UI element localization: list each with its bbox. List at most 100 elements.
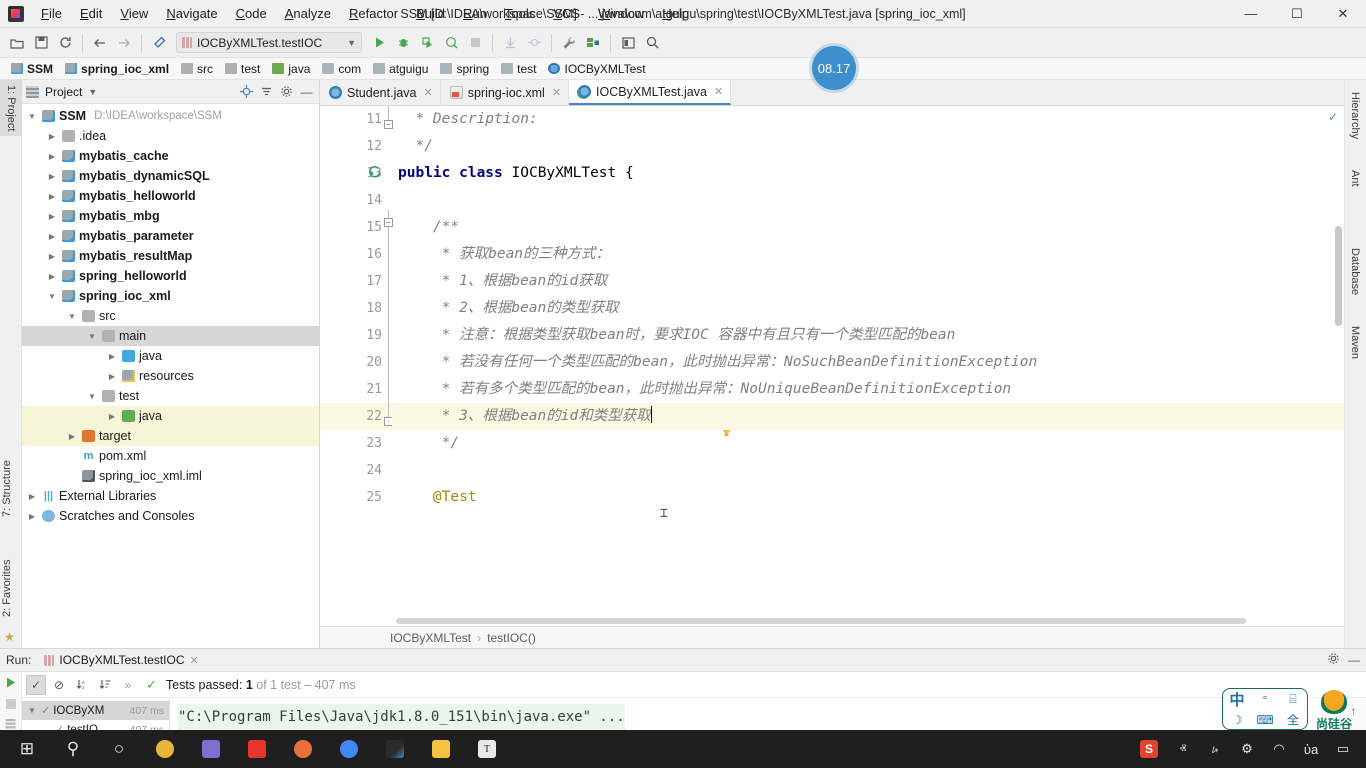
code-line[interactable]: * 获取bean的三种方式：	[392, 241, 1344, 268]
tree-node-mybatis-parameter[interactable]: ▶ mybatis_parameter	[22, 226, 319, 246]
menu-item-tools[interactable]: Tools	[496, 2, 544, 25]
tree-node-test[interactable]: ▼ test	[22, 386, 319, 406]
code-line[interactable]: * 3、根据bean的id和类型获取	[392, 403, 1344, 430]
code-line[interactable]: * 2、根据bean的类型获取	[392, 295, 1344, 322]
editor-vertical-scrollbar[interactable]	[1335, 226, 1342, 326]
sidebar-item-favorites[interactable]: 2: Favorites	[0, 555, 18, 622]
code-line[interactable]: * 注意：根据类型获取bean时，要求IOC 容器中有且只有一个类型匹配的bea…	[392, 322, 1344, 349]
menu-item-build[interactable]: Build	[407, 2, 454, 25]
chevron-right-icon[interactable]: ▶	[106, 412, 118, 421]
tray-wifi-icon[interactable]: ◠	[1264, 730, 1294, 768]
run-configuration-selector[interactable]: IOCByXMLTest.testIOC ▼	[176, 32, 362, 53]
breadcrumb-item-iocbyxmltest[interactable]: IOCByXMLTest	[543, 61, 650, 77]
tree-node-target[interactable]: ▶ target	[22, 426, 319, 446]
ime-moon-icon[interactable]: ☽	[1232, 713, 1243, 727]
run-test-gutter-icon[interactable]	[368, 166, 382, 183]
chevron-down-icon[interactable]: ▼	[66, 312, 78, 321]
save-icon[interactable]	[30, 32, 52, 54]
taskbar-netease-music-icon[interactable]	[234, 730, 280, 768]
chevron-right-icon[interactable]: ▶	[46, 252, 58, 261]
taskbar-dolphin-icon[interactable]	[188, 730, 234, 768]
minimize-button[interactable]: —	[1228, 0, 1274, 28]
tray-show-hidden-icons-icon[interactable]: ⱏ	[1168, 730, 1198, 768]
chevron-down-icon[interactable]: ▼	[88, 87, 97, 97]
breadcrumb-item-ssm[interactable]: SSM	[6, 61, 58, 77]
code-content[interactable]: * Description: */ public class IOCByXMLTe…	[392, 106, 1344, 626]
chevron-down-icon[interactable]: ▼	[86, 332, 98, 341]
test-tree-node[interactable]: ▼ ✓ IOCByXM 407 ms	[22, 701, 169, 720]
chevron-right-icon[interactable]: ▶	[46, 172, 58, 181]
chevron-right-icon[interactable]: ▶	[106, 372, 118, 381]
breadcrumb-item-test[interactable]: test	[496, 61, 541, 77]
line-number[interactable]: 12	[320, 133, 392, 160]
menu-item-help[interactable]: Help	[653, 2, 698, 25]
line-number[interactable]: 23	[320, 430, 392, 457]
chevron-right-icon[interactable]: ▶	[106, 352, 118, 361]
tray-usb-device-icon[interactable]: ⚙	[1232, 730, 1262, 768]
maximize-button[interactable]: ☐	[1274, 0, 1320, 28]
chevron-down-icon[interactable]: ▼	[86, 392, 98, 401]
ime-status-panel[interactable]: 中 ° ⌸ ☽ ⌨ 全	[1222, 688, 1308, 730]
menu-item-file[interactable]: File	[32, 2, 71, 25]
debug-icon[interactable]	[392, 32, 414, 54]
line-number[interactable]: 21	[320, 376, 392, 403]
tray-action-center-icon[interactable]: ▭	[1328, 730, 1358, 768]
expand-icon[interactable]: »	[118, 675, 138, 695]
chevron-right-icon[interactable]: ▶	[46, 232, 58, 241]
tree-node-java[interactable]: ▶ java	[22, 406, 319, 426]
tree-node-resources[interactable]: ▶ resources	[22, 366, 319, 386]
chevron-right-icon[interactable]: ▶	[46, 192, 58, 201]
code-line[interactable]: @Test	[392, 484, 1344, 511]
sort-alphabetically-icon[interactable]: az	[72, 675, 92, 695]
close-button[interactable]: ✕	[1320, 0, 1366, 28]
code-line[interactable]	[392, 457, 1344, 484]
sidebar-item-structure[interactable]: 7: Structure	[0, 455, 18, 522]
tree-node-ssm[interactable]: ▼ SSM D:\IDEA\workspace\SSM	[22, 106, 319, 126]
code-line[interactable]: * Description:	[392, 106, 1344, 133]
project-structure-icon[interactable]	[582, 32, 604, 54]
ime-full-width-icon[interactable]: 全	[1287, 711, 1299, 728]
ime-small-keyboard-icon[interactable]: ⌸	[1289, 692, 1296, 707]
sidebar-item-database[interactable]: Database	[1345, 244, 1366, 299]
breadcrumb-item-spring[interactable]: spring	[435, 61, 494, 77]
hide-panel-icon[interactable]: —	[1348, 653, 1360, 667]
breadcrumb-item-src[interactable]: src	[176, 61, 218, 77]
taskbar-typora-icon[interactable]: T	[464, 730, 510, 768]
tree-node-mybatis-cache[interactable]: ▶ mybatis_cache	[22, 146, 319, 166]
taskbar-search-icon[interactable]: ⚲	[50, 730, 96, 768]
line-number[interactable]: 25	[320, 484, 392, 511]
breadcrumb-item-spring_ioc_xml[interactable]: spring_ioc_xml	[60, 61, 174, 77]
line-number[interactable]: 16	[320, 241, 392, 268]
chevron-right-icon[interactable]: ▶	[46, 132, 58, 141]
editor-tab-iocbyxmltest-java[interactable]: IOCByXMLTest.java ✕	[569, 80, 732, 105]
chevron-right-icon[interactable]: ▶	[26, 512, 38, 521]
chevron-down-icon[interactable]: ▼	[26, 112, 38, 121]
editor-tab-student-java[interactable]: Student.java ✕	[320, 80, 441, 105]
menu-item-run[interactable]: Run	[454, 2, 496, 25]
menu-item-analyze[interactable]: Analyze	[276, 2, 340, 25]
breadcrumb-item-atguigu[interactable]: atguigu	[368, 61, 433, 77]
code-line[interactable]	[392, 187, 1344, 214]
tree-node-main[interactable]: ▼ main	[22, 326, 319, 346]
line-number[interactable]: 17	[320, 268, 392, 295]
editor-tab-spring-ioc-xml[interactable]: spring-ioc.xml ✕	[441, 80, 570, 105]
line-number[interactable]: 15	[320, 214, 392, 241]
project-tree[interactable]: ▼ SSM D:\IDEA\workspace\SSM ▶ .idea ▶ mybatis_…	[22, 104, 319, 648]
taskbar-start-button[interactable]: ⊞	[4, 730, 50, 768]
settings-wrench-icon[interactable]	[558, 32, 580, 54]
line-number[interactable]: 19	[320, 322, 392, 349]
profile-icon[interactable]	[440, 32, 462, 54]
rerun-icon[interactable]	[4, 676, 17, 692]
menu-item-navigate[interactable]: Navigate	[157, 2, 226, 25]
code-line[interactable]: public class IOCByXMLTest {	[392, 160, 1344, 187]
line-number[interactable]: 18	[320, 295, 392, 322]
tree-node--idea[interactable]: ▶ .idea	[22, 126, 319, 146]
sort-by-duration-icon[interactable]	[95, 675, 115, 695]
chevron-right-icon[interactable]: ▶	[46, 212, 58, 221]
close-icon[interactable]: ✕	[424, 86, 433, 99]
chevron-right-icon[interactable]: ▶	[26, 492, 38, 501]
chevron-right-icon[interactable]: ▶	[66, 432, 78, 441]
build-hammer-icon[interactable]	[148, 32, 170, 54]
line-number[interactable]: 11	[320, 106, 392, 133]
ime-mode-label[interactable]: 中	[1229, 689, 1244, 710]
